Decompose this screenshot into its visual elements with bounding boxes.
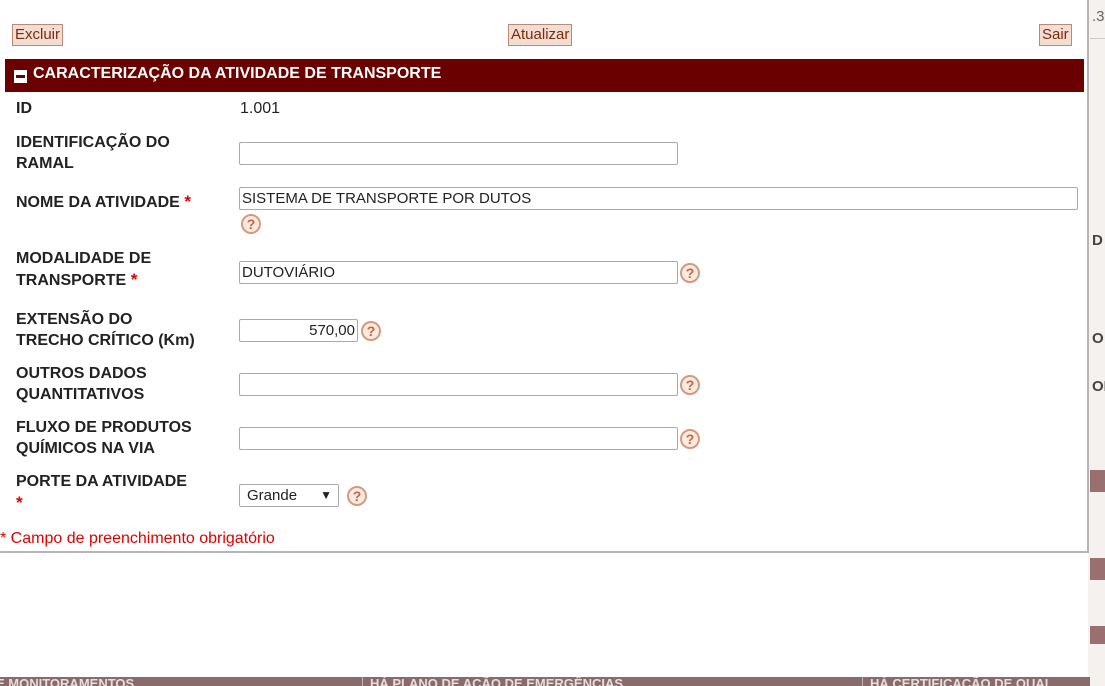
label-line: RAMAL xyxy=(16,155,74,172)
background-band xyxy=(1090,626,1105,644)
help-icon[interactable]: ? xyxy=(361,321,381,341)
required-marker: * xyxy=(16,493,23,512)
transport-mode-label: MODALIDADE DE TRANSPORTE * xyxy=(16,248,151,291)
background-fragment: .3 xyxy=(1092,8,1105,25)
help-icon[interactable]: ? xyxy=(680,375,700,395)
background-band xyxy=(1090,558,1105,580)
branch-id-input[interactable] xyxy=(239,142,678,165)
help-icon[interactable]: ? xyxy=(347,486,367,506)
branch-id-label: IDENTIFICAÇÃO DO RAMAL xyxy=(16,132,170,174)
background-page-right: .3 D O OD xyxy=(1088,0,1105,686)
refresh-button[interactable]: Atualizar xyxy=(508,24,573,46)
required-marker: * xyxy=(184,192,191,211)
required-field-footnote: * Campo de preenchimento obrigatório xyxy=(0,530,275,547)
section-title: CARACTERIZAÇÃO DA ATIVIDADE DE TRANSPORT… xyxy=(33,65,442,82)
id-value: 1.001 xyxy=(240,100,281,117)
background-divider xyxy=(1090,38,1105,39)
background-divider xyxy=(862,677,863,686)
label-text: PORTE DA ATIVIDADE xyxy=(16,473,187,490)
label-line: EXTENSÃO DO xyxy=(16,311,133,328)
label-line: TRECHO CRÍTICO (Km) xyxy=(16,332,195,349)
background-fragment: HÁ PLANO DE AÇÃO DE EMERGÊNCIAS xyxy=(370,677,624,686)
minus-box-icon[interactable] xyxy=(14,70,27,83)
selected-option: Grande xyxy=(247,487,298,504)
exit-button[interactable]: Sair xyxy=(1039,24,1072,46)
activity-name-label: NOME DA ATIVIDADE * xyxy=(16,191,191,213)
label-line: QUÍMICOS NA VIA xyxy=(16,440,155,457)
background-fragment: HÁ CERTIFICAÇÃO DE QUAL xyxy=(870,677,1053,686)
help-icon[interactable]: ? xyxy=(680,263,700,283)
other-data-input[interactable] xyxy=(239,373,678,396)
background-page-bottom: E MONITORAMENTOS HÁ PLANO DE AÇÃO DE EME… xyxy=(0,677,1090,686)
background-band xyxy=(1090,470,1105,492)
label-line: OUTROS DADOS xyxy=(16,365,147,382)
label-line: IDENTIFICAÇÃO DO xyxy=(16,134,170,151)
background-fragment: OD xyxy=(1092,378,1105,395)
label-line: TRANSPORTE xyxy=(16,272,127,289)
required-marker: * xyxy=(130,270,138,289)
transport-activity-dialog: Excluir Atualizar Sair CARACTERIZAÇÃO DA… xyxy=(0,0,1089,553)
critical-length-input[interactable]: 570,00 xyxy=(239,319,358,342)
dropdown-arrow-icon: ▼ xyxy=(320,488,332,502)
other-data-label: OUTROS DADOS QUANTITATIVOS xyxy=(16,363,147,405)
critical-length-label: EXTENSÃO DO TRECHO CRÍTICO (Km) xyxy=(16,309,195,351)
label-line: MODALIDADE DE xyxy=(16,250,152,267)
chemical-flow-label: FLUXO DE PRODUTOS QUÍMICOS NA VIA xyxy=(16,417,192,459)
label-line: QUANTITATIVOS xyxy=(16,386,145,403)
label-text: NOME DA ATIVIDADE xyxy=(16,194,180,211)
activity-size-select[interactable]: Grande ▼ xyxy=(239,484,339,507)
chemical-flow-input[interactable] xyxy=(239,427,678,450)
background-divider xyxy=(362,677,363,686)
background-fragment: D xyxy=(1092,232,1103,249)
help-icon[interactable]: ? xyxy=(241,214,261,234)
activity-size-label: PORTE DA ATIVIDADE * xyxy=(16,471,187,513)
id-label: ID xyxy=(16,100,32,117)
activity-name-input[interactable]: SISTEMA DE TRANSPORTE POR DUTOS xyxy=(239,187,1078,210)
label-line: FLUXO DE PRODUTOS xyxy=(16,419,192,436)
transport-mode-input[interactable]: DUTOVIÁRIO xyxy=(239,261,678,284)
background-fragment: O xyxy=(1092,330,1104,347)
section-header: CARACTERIZAÇÃO DA ATIVIDADE DE TRANSPORT… xyxy=(5,59,1084,92)
delete-button[interactable]: Excluir xyxy=(12,24,64,46)
background-fragment: E MONITORAMENTOS xyxy=(0,677,135,686)
help-icon[interactable]: ? xyxy=(680,429,700,449)
